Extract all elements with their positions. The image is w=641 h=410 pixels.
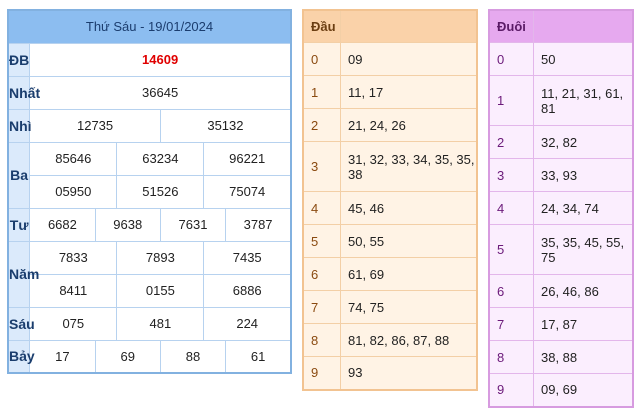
prize-value: 05950 (29, 174, 118, 209)
results-table: Thứ Sáu - 19/01/2024 ĐB 14609 Nhất 36645… (7, 9, 292, 374)
head-values: 50, 55 (340, 224, 478, 258)
prize-value: 14609 (29, 42, 292, 77)
head-key: 1 (302, 75, 341, 109)
head-header-blank (340, 9, 478, 43)
tail-values: 24, 34, 74 (533, 191, 634, 225)
prize-label-seventh: Bảy (7, 339, 35, 374)
head-key: 7 (302, 290, 341, 324)
prize-label-special: ĐB (7, 42, 31, 77)
head-key: 8 (302, 323, 341, 357)
tail-digit-table: Đuôi 0 50 1 11, 21, 31, 61, 81 2 32, 82 3 33… (488, 9, 634, 408)
tail-values: 32, 82 (533, 125, 634, 159)
tail-key: 1 (488, 75, 534, 126)
prize-value: 36645 (29, 75, 292, 110)
tail-values: 11, 21, 31, 61, 81 (533, 75, 634, 126)
prize-value: 9638 (94, 207, 161, 242)
head-values: 31, 32, 33, 34, 35, 35, 38 (340, 141, 478, 192)
prize-value: 35132 (159, 108, 292, 143)
head-key: 0 (302, 42, 341, 76)
tail-values: 38, 88 (533, 340, 634, 374)
prize-value: 12735 (29, 108, 161, 143)
prize-value: 61 (225, 339, 292, 374)
prize-value: 96221 (203, 141, 292, 176)
prize-value: 88 (159, 339, 227, 374)
head-values: 81, 82, 86, 87, 88 (340, 323, 478, 357)
head-key: 2 (302, 108, 341, 142)
prize-value: 3787 (225, 207, 292, 242)
tail-values: 26, 46, 86 (533, 274, 634, 308)
tail-key: 0 (488, 42, 534, 76)
tail-key: 3 (488, 158, 534, 192)
head-values: 93 (340, 356, 478, 390)
tail-key: 2 (488, 125, 534, 159)
prize-label-fourth: Tư (7, 207, 31, 242)
prize-value: 075 (29, 306, 118, 341)
prize-value: 51526 (116, 174, 205, 209)
prize-value: 7833 (29, 240, 118, 275)
head-values: 11, 17 (340, 75, 478, 109)
prize-value: 7631 (159, 207, 227, 242)
tail-header-blank (533, 9, 634, 43)
results-title: Thứ Sáu - 19/01/2024 (7, 9, 292, 44)
head-digit-table: Đầu 0 09 1 11, 17 2 21, 24, 26 3 31, 32, 33,… (302, 9, 478, 391)
prize-label-fifth: Năm (7, 240, 39, 308)
head-key: 3 (302, 141, 341, 192)
head-key: 4 (302, 191, 341, 225)
head-key: 9 (302, 356, 341, 390)
tail-key: 9 (488, 373, 534, 407)
prize-value: 481 (116, 306, 205, 341)
prize-value: 224 (203, 306, 292, 341)
prize-value: 69 (94, 339, 161, 374)
tail-key: 7 (488, 307, 534, 341)
prize-value: 6682 (29, 207, 96, 242)
prize-value: 63234 (116, 141, 205, 176)
prize-label-third: Ba (7, 141, 31, 209)
head-values: 21, 24, 26 (340, 108, 478, 142)
tail-key: 6 (488, 274, 534, 308)
tail-header: Đuôi (488, 9, 534, 43)
tail-values: 17, 87 (533, 307, 634, 341)
prize-value: 85646 (29, 141, 118, 176)
prize-value: 7893 (116, 240, 205, 275)
prize-label-first: Nhất (7, 75, 40, 110)
head-key: 5 (302, 224, 341, 258)
tail-values: 33, 93 (533, 158, 634, 192)
tail-key: 4 (488, 191, 534, 225)
head-values: 45, 46 (340, 191, 478, 225)
prize-value: 8411 (29, 273, 118, 308)
tail-key: 8 (488, 340, 534, 374)
tail-key: 5 (488, 224, 534, 275)
prize-label-sixth: Sáu (7, 306, 35, 341)
head-key: 6 (302, 257, 341, 291)
head-values: 74, 75 (340, 290, 478, 324)
prize-value: 75074 (203, 174, 292, 209)
prize-label-second: Nhì (7, 108, 32, 143)
prize-value: 6886 (203, 273, 292, 308)
tail-values: 50 (533, 42, 634, 76)
head-header: Đầu (302, 9, 341, 43)
head-values: 61, 69 (340, 257, 478, 291)
head-values: 09 (340, 42, 478, 76)
prize-value: 17 (29, 339, 96, 374)
tail-values: 09, 69 (533, 373, 634, 407)
tail-values: 35, 35, 45, 55, 75 (533, 224, 634, 275)
prize-value: 0155 (116, 273, 205, 308)
prize-value: 7435 (203, 240, 292, 275)
